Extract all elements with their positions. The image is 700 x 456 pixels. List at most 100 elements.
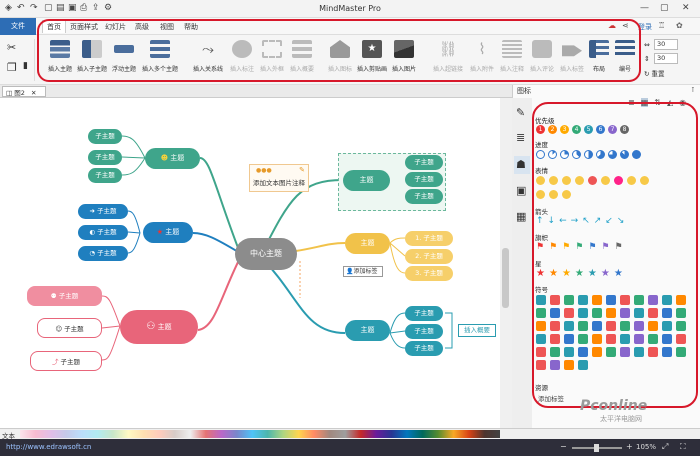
scroll-thumb[interactable] [502, 248, 509, 308]
people-clipart-icon: ⚇ [146, 321, 156, 332]
fit-window-icon[interactable]: ⤢ [662, 442, 668, 452]
subtopic-with-clipart[interactable]: ☺ 子主题 [37, 318, 102, 338]
person-clipart-icon: ☺ [55, 325, 63, 333]
panel-title: 图标 [517, 87, 531, 95]
subtopic[interactable]: 子主题 [405, 341, 443, 356]
note-callout[interactable]: ●●● ✎ 添加文本图片注释 [249, 164, 309, 192]
document-tab-icon: ◫ [6, 89, 13, 97]
panel-side-tabs: ✎ ≣ ▤ ☗ ▣ ▦ [512, 98, 532, 428]
watermark-brand: Pconline [580, 398, 648, 414]
close-tab-icon[interactable]: ✕ [31, 89, 36, 97]
numbered-subtopic-3[interactable]: 3. 子主题 [405, 266, 453, 281]
subtopic-with-icon[interactable]: ◔ 子主题 [78, 246, 128, 261]
reset-label: 重置 [651, 70, 665, 78]
note-dots-icon: ●●● [256, 167, 272, 174]
subtopic-with-clipart[interactable]: ⚉ 子主题 [27, 286, 102, 306]
subtopic[interactable]: 子主题 [405, 155, 443, 170]
topic-pink[interactable]: ⚇ 主题 [120, 310, 198, 344]
topic-green-right[interactable]: 主题 [343, 170, 390, 191]
subtopic[interactable]: 子主题 [88, 168, 122, 183]
cut-icon[interactable]: ✂ [7, 41, 16, 54]
topic-teal[interactable]: 主题 [345, 320, 390, 341]
zoom-slider-thumb[interactable] [594, 444, 599, 452]
progress-quarter-icon: ◔ [89, 249, 96, 257]
zoom-in-icon[interactable]: + [626, 442, 633, 451]
format-painter-icon[interactable]: ▮ [23, 61, 28, 71]
subtopic-label: 子主题 [97, 249, 117, 257]
panel-pin-icon[interactable]: ⊺ [691, 86, 695, 94]
zoom-level: 105% [636, 443, 657, 451]
subtopic[interactable]: 子主题 [405, 189, 443, 204]
numbered-subtopic-2[interactable]: 2. 子主题 [405, 249, 453, 264]
subtopic-label: 子主题 [97, 207, 117, 215]
topic-blue[interactable]: ★ 主题 [143, 222, 193, 243]
fullscreen-icon[interactable]: ⛶ [680, 442, 686, 452]
format-tab-icon[interactable]: ✎ [516, 106, 525, 119]
subtopic[interactable]: 子主题 [405, 324, 443, 339]
status-bar: http://www.edrawsoft.cn − + 105% ⤢ ⛶ [0, 439, 700, 456]
document-tab-label: 图2 [14, 89, 25, 97]
spacing-h-spinner[interactable]: 30 [654, 39, 678, 50]
star-icon: ★ [156, 228, 164, 236]
subtopic-label: 子主题 [97, 228, 117, 236]
subtopic-label: 子主题 [58, 292, 79, 300]
topic-label: 主题 [170, 154, 185, 162]
central-topic[interactable]: 中心主题 [235, 238, 297, 270]
spacing-h-icon: ⇔ [644, 41, 650, 49]
close-icon[interactable]: ✕ [682, 3, 690, 13]
add-tag-chip[interactable]: 👤添加标签 [343, 266, 383, 277]
topic-label: 主题 [157, 323, 172, 331]
subtopic[interactable]: 子主题 [88, 150, 122, 165]
subtopic-with-icon[interactable]: ◐ 子主题 [78, 225, 128, 240]
topic-yellow[interactable]: 主题 [345, 233, 390, 254]
clipart-tab-icon[interactable]: ▣ [516, 184, 526, 197]
subtopic-with-icon[interactable]: ➜ 子主题 [78, 204, 128, 219]
reset-button[interactable]: ↻ 重置 [644, 68, 665, 78]
subtopic-with-clipart[interactable]: ⤴ 子主题 [30, 351, 102, 371]
shirt-icon[interactable]: ♖ [658, 21, 665, 30]
palette-icon[interactable]: ✿ [676, 21, 683, 30]
subtopic[interactable]: 子主题 [88, 129, 122, 144]
icon-tab-icon[interactable]: ☗ [516, 158, 526, 171]
minimize-icon[interactable]: — [640, 3, 649, 13]
window-title: MindMaster Pro [319, 4, 381, 13]
file-menu[interactable]: 文件 [0, 18, 36, 35]
paste-icon[interactable]: ❐ [7, 61, 17, 74]
add-tag-label: 添加标签 [353, 268, 378, 275]
subtopic[interactable]: 子主题 [405, 306, 443, 321]
mindmap-canvas[interactable]: 中心主题 ●●● ✎ 添加文本图片注释 主题 子主题 子主题 子主题 主题 👤添… [0, 98, 500, 428]
color-swatches[interactable] [20, 430, 500, 438]
branch-line-left-pink [197, 257, 241, 331]
watermark-subtext: 太平洋电脑网 [600, 415, 642, 423]
highlight-box-panel [532, 102, 698, 408]
growth-chart-icon: ⤴ [51, 358, 59, 366]
zoom-out-icon[interactable]: − [560, 442, 567, 451]
subtopic-label: 子主题 [64, 325, 84, 333]
spacing-v-icon: ⇕ [644, 55, 650, 63]
calendar-tab-icon[interactable]: ▦ [516, 210, 526, 223]
highlight-box-ribbon [37, 19, 641, 82]
outline-tab-icon[interactable]: ≣ [516, 131, 525, 144]
color-palette-bar: 文本 [0, 428, 700, 440]
note-edit-icon[interactable]: ✎ [299, 166, 305, 174]
document-tab[interactable]: ◫ 图2 ✕ [2, 86, 46, 97]
document-tab-bar: ◫ 图2 ✕ [0, 85, 512, 98]
subtopic-label: 子主题 [60, 358, 81, 366]
maximize-icon[interactable]: ▢ [660, 3, 669, 13]
arrow-circle-icon: ➜ [89, 207, 95, 215]
clipboard-group: ✂ ❐ ▮ [3, 39, 35, 81]
numbered-subtopic-1[interactable]: 1. 子主题 [405, 231, 453, 246]
progress-half-icon: ◐ [89, 228, 96, 236]
spacing-v-spinner[interactable]: 30 [654, 53, 678, 64]
vertical-scrollbar[interactable] [500, 98, 512, 428]
subtopic[interactable]: 子主题 [405, 172, 443, 187]
topic-green-left[interactable]: ☻ 主题 [145, 148, 200, 169]
topic-label: 主题 [165, 228, 180, 236]
title-bar: ◈ ↶ ↷ ▢ ▤ ▣ ⎙ ⇪ ⚙ MindMaster Pro — ▢ ✕ [0, 0, 700, 18]
team-clipart-icon: ⚉ [50, 292, 57, 300]
website-link[interactable]: http://www.edrawsoft.cn [6, 443, 91, 451]
summary-label[interactable]: 插入概要 [458, 324, 496, 337]
note-text: 添加文本图片注释 [253, 179, 305, 187]
branch-line-left-green [199, 157, 241, 254]
smiley-icon: ☻ [160, 154, 169, 162]
